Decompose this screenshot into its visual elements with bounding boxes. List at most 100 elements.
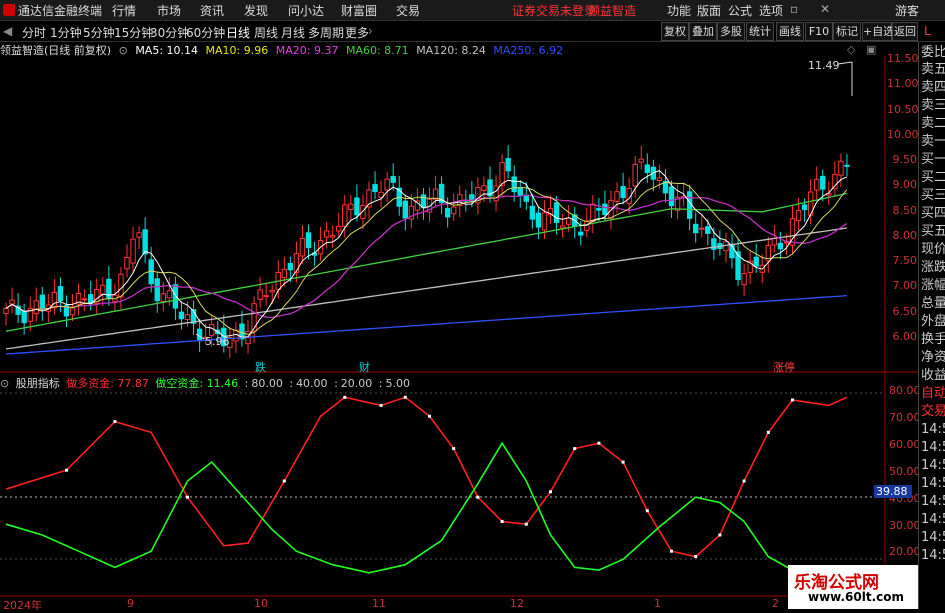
- price-tick: 10.00: [887, 128, 919, 141]
- candle-body: [614, 191, 620, 202]
- candle-body: [741, 272, 747, 286]
- candle-body: [820, 175, 826, 190]
- bull-markers: [65, 395, 794, 559]
- high-arrow: [837, 61, 853, 65]
- tick-time: 14:56: [921, 476, 945, 491]
- indicator-tick: 50.00: [889, 465, 921, 478]
- candle-body: [451, 206, 457, 215]
- quote-panel: 委比 卖五 卖四 卖三 卖二 卖一 买一 买二 买三 买四 买五 现价 涨跌 涨…: [918, 42, 945, 609]
- candle-body: [118, 273, 124, 298]
- event-limit-up[interactable]: 涨停: [773, 359, 795, 375]
- indicator-tick: 70.00: [889, 411, 921, 424]
- price-tick: 7.50: [892, 254, 918, 267]
- indicator-tick: 30.00: [889, 519, 921, 532]
- candle-body: [590, 203, 596, 223]
- tick-time: 14:56: [921, 458, 945, 473]
- indicator-header: ⊙ 股朋指标 做多资金: 77.87 做空资金: 11.46 :80.00 :4…: [0, 377, 411, 390]
- price-tick: 6.00: [892, 330, 918, 343]
- time-tick: 9: [127, 597, 134, 610]
- bull-marker: [621, 460, 625, 464]
- candle-body: [100, 284, 106, 295]
- candle-body: [384, 178, 390, 191]
- level-20: 20.00: [340, 377, 373, 390]
- quote-label: 委比: [921, 45, 945, 60]
- candle-body: [632, 163, 638, 187]
- bull-marker: [549, 490, 552, 494]
- candle-body: [832, 174, 838, 190]
- bull-marker: [343, 395, 347, 399]
- candle-body: [529, 205, 536, 220]
- event-financial[interactable]: 财: [359, 359, 370, 375]
- candle-body: [178, 311, 185, 320]
- candle-body: [251, 303, 257, 332]
- quote-label: 买五: [921, 224, 945, 239]
- level-80: 80.00: [251, 377, 283, 390]
- candle-body: [656, 177, 663, 182]
- candle-body: [69, 307, 76, 316]
- quote-label: 换手: [921, 332, 945, 347]
- quote-label: 卖五: [921, 62, 945, 77]
- ma250-line: [5, 294, 847, 355]
- price-tick: 7.00: [892, 279, 918, 292]
- price-tick: 6.50: [892, 305, 918, 318]
- bull-marker: [186, 495, 189, 499]
- quote-label: 买一: [921, 152, 945, 167]
- price-tick: 9.00: [892, 178, 918, 191]
- bull-marker: [645, 509, 649, 513]
- watermark: 乐淘公式网 www.60lt.com: [788, 565, 918, 609]
- indicator-title[interactable]: 股朋指标: [16, 377, 60, 390]
- tick-time: 14:56: [921, 422, 945, 437]
- candle-body: [777, 242, 784, 250]
- bull-marker: [403, 395, 407, 399]
- time-tick: 11: [372, 597, 386, 610]
- bull-marker: [524, 522, 528, 526]
- level-40: 40.00: [296, 377, 328, 390]
- quote-label: 现价: [921, 242, 945, 257]
- candle-body: [81, 298, 88, 301]
- candle-body: [330, 235, 336, 238]
- trade-label[interactable]: 交易: [921, 404, 945, 420]
- price-tick: 8.00: [892, 229, 918, 242]
- tick-time: 14:56: [921, 512, 945, 527]
- candle-body: [293, 253, 300, 273]
- candlesticks: [3, 145, 850, 359]
- candle-body: [390, 175, 396, 183]
- candle-body: [360, 205, 366, 219]
- candle-body: [771, 238, 778, 246]
- auto-trade-label[interactable]: 自动: [921, 386, 945, 402]
- quote-label: 卖二: [921, 116, 945, 131]
- quote-label: 买四: [921, 206, 945, 221]
- quote-label: 涨幅: [921, 278, 945, 293]
- quote-label: 买三: [921, 188, 945, 203]
- bull-marker: [597, 441, 601, 445]
- candle-body: [372, 184, 378, 193]
- bull-marker: [65, 468, 68, 472]
- candle-body: [142, 229, 148, 255]
- candle-body: [269, 289, 275, 293]
- candle-body: [287, 263, 294, 271]
- price-tick: 11.50: [887, 52, 919, 65]
- candle-body: [354, 197, 360, 216]
- indicator-settings-icon[interactable]: ⊙: [0, 377, 9, 390]
- bull-marker: [718, 533, 722, 537]
- candle-body: [620, 186, 626, 199]
- event-drop[interactable]: 跌: [255, 359, 266, 375]
- candle-body: [753, 256, 759, 267]
- level-5: 5.00: [385, 377, 411, 390]
- chart-canvas: [0, 56, 918, 597]
- bull-marker: [791, 398, 794, 402]
- candle-body: [578, 231, 584, 236]
- indicator-tick: 20.00: [889, 545, 921, 558]
- bull-marker: [282, 479, 286, 483]
- candle-body: [51, 291, 58, 309]
- candle-body: [130, 238, 136, 264]
- candle-body: [844, 164, 850, 167]
- candle-body: [644, 164, 650, 173]
- candle-body: [795, 209, 802, 221]
- quote-label: 收益: [921, 368, 945, 383]
- candle-body: [668, 186, 675, 207]
- tick-time: 14:56: [921, 530, 945, 545]
- low-price-label: 5.96: [205, 335, 230, 348]
- bull-marker: [428, 414, 431, 418]
- price-tick: 9.50: [892, 153, 918, 166]
